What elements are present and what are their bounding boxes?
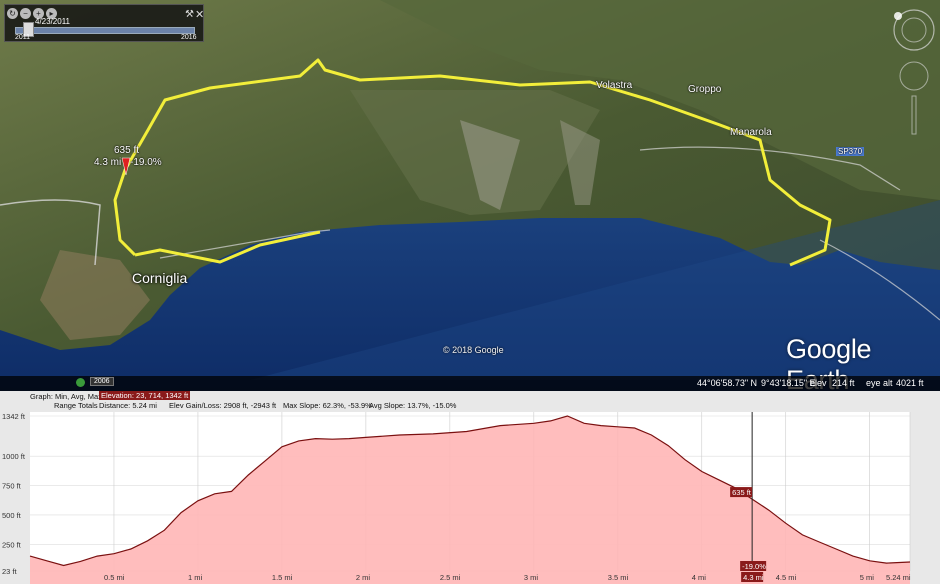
zoom-slider-icon [911, 95, 917, 135]
time-slider-date: 4/23/2011 [35, 17, 70, 26]
x-tick-label: 1.5 mi [272, 573, 293, 582]
town-groppo[interactable]: Groppo [688, 84, 721, 95]
elev-value: 214 ft [832, 378, 855, 388]
status-bar: 44°06'58.73" N 9°43'18.15" E elev 214 ft… [0, 376, 940, 391]
satellite-imagery [0, 0, 940, 391]
x-tick-label: 0.5 mi [104, 573, 125, 582]
time-slider-track[interactable] [15, 27, 195, 34]
time-slider-start: 2011 [15, 34, 31, 41]
y-tick-label: 750 ft [2, 482, 22, 491]
x-tick-label: 5.24 mi [886, 573, 911, 582]
cursor-slope-label: -19.0% [742, 562, 766, 571]
longitude: 9°43'18.15" E [761, 378, 816, 388]
marker-dist: 4.3 mi [94, 157, 122, 168]
y-tick-label: 23 ft [2, 567, 18, 576]
x-tick-label: 3 mi [524, 573, 539, 582]
town-corniglia[interactable]: Corniglia [132, 270, 187, 286]
x-tick-label: 2 mi [356, 573, 371, 582]
y-tick-label: 1342 ft [2, 412, 26, 421]
town-volastra[interactable]: Volastra [596, 80, 632, 91]
y-tick-label: 250 ft [2, 540, 22, 549]
x-tick-label: 4.5 mi [776, 573, 797, 582]
ruler-icon[interactable] [76, 378, 85, 387]
wrench-icon[interactable]: ⚒ [185, 9, 194, 20]
cursor-elev-label: 635 ft [732, 488, 752, 497]
x-tick-label: 2.5 mi [440, 573, 461, 582]
y-tick-label: 1000 ft [2, 452, 26, 461]
time-slider[interactable]: ↻ − + ▸ 4/23/2011 2011 2016 ⚒ ✕ [4, 4, 204, 42]
y-tick-label: 500 ft [2, 511, 22, 520]
imagery-year[interactable]: 2006 [90, 377, 114, 386]
eye-alt-label: eye alt [866, 378, 893, 388]
x-tick-label: 1 mi [188, 573, 203, 582]
elev-label: elev [810, 378, 827, 388]
navigation-controls[interactable] [890, 6, 936, 136]
eye-alt-value: 4021 ft [896, 378, 924, 388]
latitude: 44°06'58.73" N [697, 378, 758, 388]
elevation-chart[interactable]: 1342 ft 1000 ft 750 ft 500 ft 250 ft 23 ft 0.… [0, 391, 940, 584]
look-icon [899, 61, 929, 91]
copyright: © 2018 Google [443, 345, 504, 355]
x-tick-label: 4 mi [692, 573, 707, 582]
town-manarola[interactable]: Manarola [730, 127, 772, 138]
zoom-icon[interactable]: ↻ [7, 8, 18, 19]
x-tick-label: 3.5 mi [608, 573, 629, 582]
elevation-profile-panel[interactable]: Graph: Min, Avg, Max Elevation: 23, 714,… [0, 391, 940, 584]
close-icon[interactable]: ✕ [195, 8, 204, 21]
marker-slope: -19.0% [130, 157, 162, 168]
time-slider-end: 2016 [181, 34, 197, 41]
zoom-out-icon[interactable]: − [20, 8, 31, 19]
x-tick-label: 5 mi [860, 573, 875, 582]
cursor-dist-label: 4.3 mi [743, 573, 764, 582]
map-view[interactable]: 635 ft 4.3 mi -19.0% Corniglia Volastra … [0, 0, 940, 391]
marker-elev: 635 ft [114, 145, 140, 156]
road-label: SP370 [836, 147, 865, 156]
